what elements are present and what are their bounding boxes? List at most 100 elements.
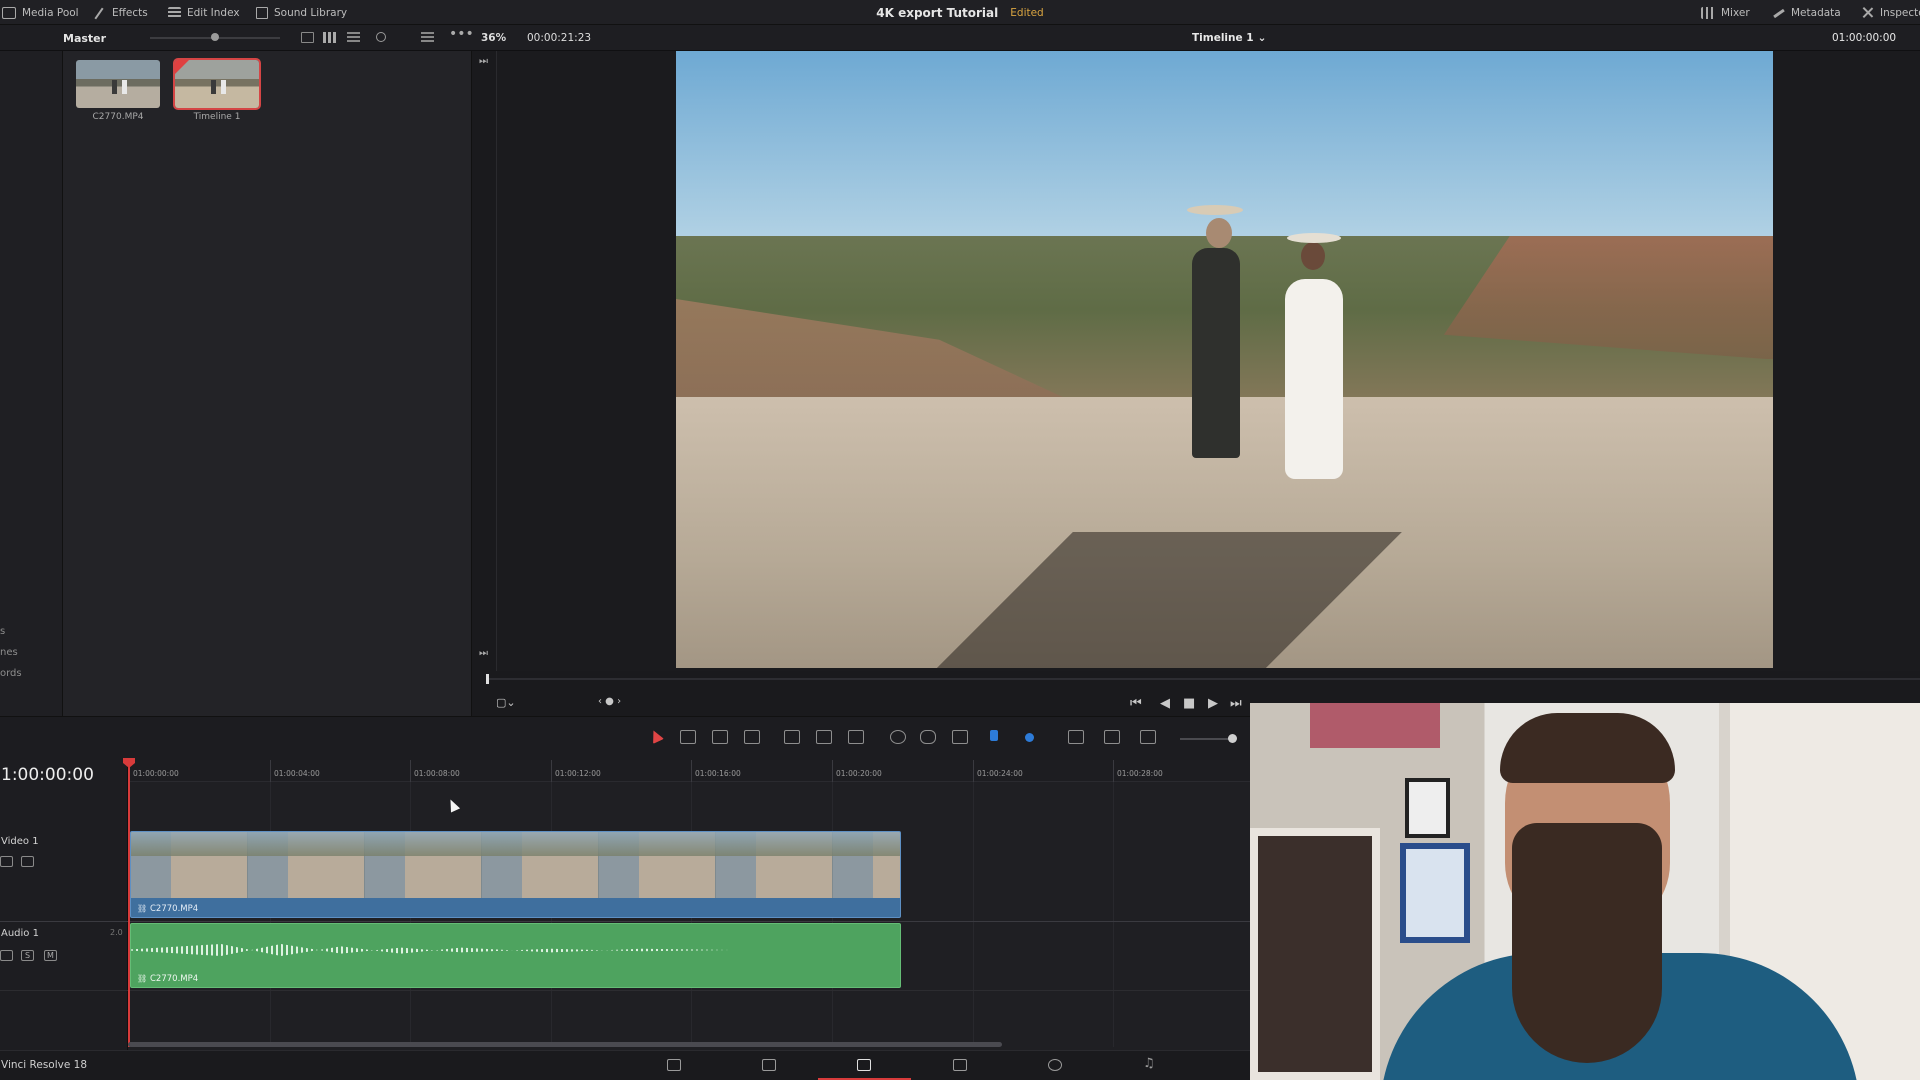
bin-list-item[interactable]: nes (0, 647, 18, 658)
go-to-first-frame-icon[interactable]: ⏭ (479, 56, 488, 67)
sort-icon[interactable] (421, 32, 434, 43)
timeline-toolbar (0, 716, 1250, 760)
ruler-label: 01:00:12:00 (555, 769, 601, 778)
viewer-scrubber-handle[interactable] (486, 674, 489, 684)
clip-figure (112, 80, 117, 94)
marker-icon[interactable] (1025, 733, 1034, 742)
clip-figure (211, 80, 216, 94)
bride-figure (1284, 279, 1343, 480)
source-timecode: 00:00:21:23 (527, 32, 592, 44)
link-icon[interactable] (920, 730, 936, 744)
sound-library-tab[interactable]: Sound Library (254, 0, 347, 25)
flag-icon[interactable] (990, 730, 998, 741)
replace-clip-icon[interactable] (848, 730, 864, 744)
track-separator (0, 921, 1250, 922)
video-clip-name: C2770.MP4 (150, 904, 199, 914)
metadata-label: Metadata (1791, 6, 1841, 19)
stop-icon[interactable]: ■ (1183, 696, 1195, 711)
bin-list-item[interactable]: s (0, 626, 5, 637)
track-visibility-icon[interactable] (21, 856, 34, 867)
playhead[interactable] (128, 760, 130, 1047)
metadata-tab[interactable]: Metadata (1771, 0, 1841, 25)
snapping-icon[interactable] (890, 730, 906, 744)
edited-status: Edited (1010, 6, 1044, 19)
timeline-thumbnail[interactable] (173, 58, 261, 110)
ruler-tick (1113, 760, 1114, 782)
timeline-name: Timeline 1 (193, 112, 241, 122)
timeline-selector-label: Timeline 1 (1192, 32, 1254, 44)
mixer-icon (1701, 6, 1715, 19)
viewer-options-icon[interactable]: ▢⌄ (496, 696, 516, 709)
chevron-down-icon: ⌄ (1257, 32, 1267, 44)
timeline-timecode: 1:00:00:00 (1, 765, 94, 785)
cut-page-icon[interactable] (762, 1059, 776, 1071)
ruler-tick (691, 760, 692, 782)
solo-button[interactable]: S (21, 950, 34, 961)
skip-to-start-icon[interactable]: ⏮ (1130, 696, 1142, 711)
video-clip[interactable]: ⛓ C2770.MP4 (130, 831, 901, 918)
project-name: 4K export Tutorial (876, 5, 999, 20)
more-options-icon[interactable]: ••• (449, 26, 474, 42)
metadata-icon (1771, 7, 1785, 19)
zoom-custom-icon[interactable] (1140, 730, 1156, 744)
timeline-zoom-slider[interactable] (1180, 738, 1235, 740)
media-pool-tab[interactable]: Media Pool (2, 0, 79, 25)
effects-tab[interactable]: Effects (92, 0, 148, 25)
wall-art (1250, 828, 1380, 1080)
viewer-zoom[interactable]: 36% (481, 25, 506, 51)
mute-button[interactable]: M (44, 950, 57, 961)
reverse-play-icon[interactable]: ◀ (1160, 696, 1170, 711)
video-frame (676, 51, 1773, 668)
clip-image (76, 60, 160, 108)
zoom-detail-icon[interactable] (1104, 730, 1120, 744)
viewer-scrubber[interactable] (487, 678, 1920, 680)
selection-tool-icon[interactable] (648, 728, 664, 744)
jog-icon[interactable]: ‹ ● › (598, 696, 621, 707)
ruler-label: 01:00:00:00 (133, 769, 179, 778)
go-to-last-frame-icon[interactable]: ⏭ (479, 648, 488, 659)
overwrite-clip-icon[interactable] (816, 730, 832, 744)
insert-clip-icon[interactable] (784, 730, 800, 744)
search-icon[interactable] (376, 32, 386, 42)
inspector-icon (1861, 6, 1874, 19)
sound-library-icon (254, 6, 268, 19)
lock-icon[interactable] (952, 730, 968, 744)
mixer-label: Mixer (1721, 6, 1750, 19)
groom-head (1205, 217, 1232, 248)
ruler-label: 01:00:28:00 (1117, 769, 1163, 778)
sound-library-label: Sound Library (274, 6, 348, 19)
thumbnail-size-knob[interactable] (211, 33, 219, 41)
trim-tool-icon[interactable] (680, 730, 696, 744)
selected-badge-icon (175, 60, 189, 74)
dynamic-trim-icon[interactable] (712, 730, 728, 744)
media-pool-panel: C2770.MP4 Timeline 1 (63, 51, 472, 716)
ruler-tick (832, 760, 833, 782)
color-page-icon[interactable] (1048, 1059, 1062, 1071)
fairlight-page-icon[interactable]: ♫ (1143, 1056, 1157, 1071)
zoom-full-icon[interactable] (1068, 730, 1084, 744)
play-icon[interactable]: ▶ (1208, 696, 1218, 711)
media-page-icon[interactable] (667, 1059, 681, 1071)
edit-index-tab[interactable]: Edit Index (168, 0, 240, 25)
inspector-tab[interactable]: Inspecto (1861, 0, 1920, 25)
timeline-zoom-knob[interactable] (1228, 734, 1237, 743)
fusion-page-icon[interactable] (953, 1059, 967, 1071)
media-clip-thumbnail[interactable] (76, 60, 160, 108)
bin-list-item[interactable]: ords (0, 668, 22, 679)
track-destination-icon[interactable] (0, 856, 13, 867)
metadata-view-icon[interactable] (301, 32, 314, 43)
timeline-viewer[interactable] (497, 51, 1920, 671)
mixer-tab[interactable]: Mixer (1701, 0, 1750, 25)
edit-index-label: Edit Index (187, 6, 240, 19)
skip-to-end-icon[interactable]: ⏭ (1230, 696, 1242, 711)
active-page-indicator (818, 1050, 911, 1080)
blade-icon[interactable] (744, 730, 760, 744)
track-destination-icon[interactable] (0, 950, 13, 961)
audio-clip[interactable]: ⛓ C2770.MP4 (130, 923, 901, 988)
thumbnail-view-icon[interactable] (323, 32, 336, 43)
timeline-scrollbar[interactable] (128, 1042, 1002, 1047)
list-view-icon[interactable] (347, 32, 360, 43)
bin-name[interactable]: Master (63, 25, 106, 51)
media-clip-name: C2770.MP4 (92, 112, 144, 122)
timeline-selector[interactable]: Timeline 1 ⌄ (1192, 25, 1266, 51)
